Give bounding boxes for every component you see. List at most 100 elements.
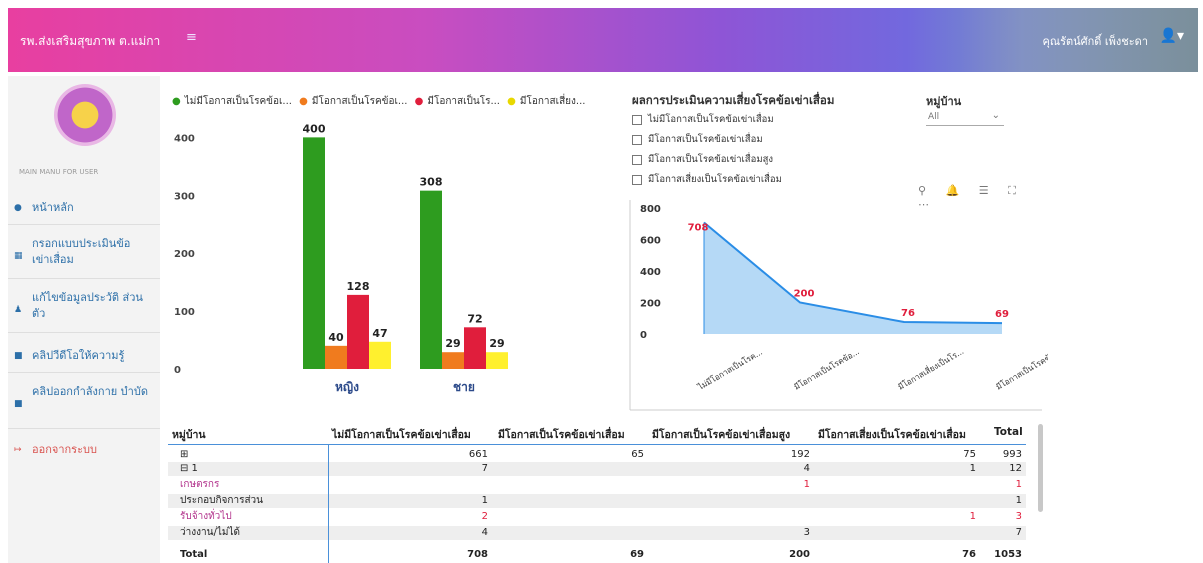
sidebar-item-exercise[interactable]: ■ คลิปออกกำลังกาย บำบัด bbox=[8, 384, 148, 409]
divider bbox=[8, 278, 160, 279]
sidebar-item-label: หน้าหลัก bbox=[32, 201, 74, 214]
table-cell: 76 bbox=[962, 549, 976, 560]
sidebar-item-videos[interactable]: ■ คลิปวีดีโอให้ความรู้ bbox=[8, 348, 160, 364]
column-header[interactable]: มีโอกาสเป็นโรคข้อเข่าเสื่อม bbox=[498, 426, 625, 443]
divider bbox=[8, 224, 160, 225]
table-cell: 4 bbox=[481, 527, 488, 538]
checkbox[interactable] bbox=[632, 154, 642, 165]
menu-caption: MAIN MANU FOR USER bbox=[19, 168, 99, 176]
table-cell: 1 bbox=[1015, 479, 1022, 490]
sidebar-item-label: คลิปออกกำลังกาย บำบัด bbox=[32, 385, 148, 398]
y-tick-label: 300 bbox=[174, 191, 195, 202]
user-icon: ♟ bbox=[14, 305, 23, 315]
sidebar-item-label: คลิปวีดีโอให้ความรู้ bbox=[32, 349, 125, 362]
data-label: 200 bbox=[794, 289, 815, 300]
logout-icon: ↦ bbox=[14, 445, 22, 455]
filter-option-none[interactable]: ไม่มีโอกาสเป็นโรคข้อเข่าเสื่อม bbox=[632, 112, 774, 127]
table-row[interactable]: ⊞ 661 65 192 75 993 bbox=[168, 448, 1026, 462]
user-name[interactable]: คุณรัตน์ศักดิ์ เพ็งชะดา bbox=[1043, 32, 1149, 50]
data-label: 128 bbox=[347, 280, 370, 293]
data-label: 47 bbox=[372, 327, 387, 340]
header-underline bbox=[168, 444, 1026, 445]
sidebar-item-label: แก้ไขข้อมูลประวัติ ส่วนตัว bbox=[32, 291, 143, 320]
x-tick-label: มีโอกาสเป็นโรคข้อ... bbox=[792, 346, 861, 392]
y-tick-label: 400 bbox=[640, 267, 661, 278]
sidebar-item-assessment[interactable]: ▦ กรอกแบบประเมินข้อ เข่าเสื่อม bbox=[8, 236, 148, 268]
table-cell: 1 bbox=[969, 463, 976, 474]
row-label: รับจ้างทั่วไป bbox=[180, 511, 232, 522]
row-label: ⊟ 1 bbox=[180, 463, 198, 474]
column-header[interactable]: ไม่มีโอกาสเป็นโรคข้อเข่าเสื่อม bbox=[332, 426, 471, 443]
row-header-divider bbox=[328, 444, 329, 563]
y-tick-label: 800 bbox=[640, 204, 661, 215]
table-cell: 1 bbox=[1015, 495, 1022, 506]
checkbox[interactable] bbox=[632, 114, 642, 125]
y-tick-label: 200 bbox=[174, 249, 195, 260]
table-row[interactable]: Total 708 69 200 76 1053 bbox=[168, 548, 1026, 562]
table-cell: 661 bbox=[468, 449, 488, 460]
data-label: 29 bbox=[445, 337, 460, 350]
checkbox[interactable] bbox=[632, 134, 642, 145]
data-label: 72 bbox=[467, 312, 482, 325]
app-title[interactable]: รพ.ส่งเสริมสุขภาพ ต.แม่กา bbox=[20, 32, 160, 51]
x-tick-label: มีโอกาสเป็นโรคข้อ... bbox=[994, 346, 1048, 392]
table-cell: 3 bbox=[1015, 511, 1022, 522]
form-icon: ▦ bbox=[14, 251, 23, 261]
table-cell: 3 bbox=[803, 527, 810, 538]
video-icon: ■ bbox=[14, 399, 23, 409]
y-tick-label: 0 bbox=[174, 365, 181, 376]
data-label: 69 bbox=[995, 309, 1009, 320]
row-label: ว่างงาน/ไม่ได้ bbox=[180, 527, 240, 538]
table-row[interactable]: รับจ้างทั่วไป 2 1 3 bbox=[168, 510, 1026, 524]
y-tick-label: 0 bbox=[640, 330, 647, 341]
user-icon[interactable]: 👤▾ bbox=[1160, 28, 1184, 44]
divider bbox=[8, 428, 160, 429]
data-label: 708 bbox=[688, 222, 709, 233]
bar bbox=[486, 352, 508, 369]
x-tick-label: มีโอกาสเสี่ยงเป็นโร... bbox=[896, 345, 966, 392]
table-cell: 1 bbox=[969, 511, 976, 522]
sidebar-item-label: ออกจากระบบ bbox=[32, 443, 97, 456]
row-label: ⊞ bbox=[180, 449, 189, 460]
top-bar: รพ.ส่งเสริมสุขภาพ ต.แม่กา ≡ คุณรัตน์ศักด… bbox=[8, 8, 1198, 72]
filter-option-risk[interactable]: มีโอกาสเสี่ยงเป็นโรคข้อเข่าเสื่อม bbox=[632, 172, 782, 187]
table-cell: 65 bbox=[631, 449, 644, 460]
filter-option-high[interactable]: มีโอกาสเป็นโรคข้อเข่าเสื่อมสูง bbox=[632, 152, 773, 167]
table-cell: 192 bbox=[790, 449, 810, 460]
table-cell: 1 bbox=[481, 495, 488, 506]
menu-icon[interactable]: ≡ bbox=[186, 30, 197, 45]
data-label: 40 bbox=[328, 331, 344, 344]
row-label: เกษตรกร bbox=[180, 479, 220, 490]
bar bbox=[347, 294, 369, 369]
table-cell: 12 bbox=[1009, 463, 1022, 474]
bar bbox=[303, 137, 325, 369]
column-header[interactable]: มีโอกาสเป็นโรคข้อเข่าเสื่อมสูง bbox=[652, 426, 790, 443]
table-cell: 69 bbox=[630, 549, 644, 560]
row-label: ประกอบกิจการส่วน bbox=[180, 495, 264, 506]
x-tick-label: ชาย bbox=[453, 380, 475, 394]
area-chart: 0 200 400 600 800 708 200 76 69 ไม่มีโอกาสเป็นโรค… bbox=[629, 200, 1048, 411]
table-row[interactable]: ว่างงาน/ไม่ได้ 4 3 7 bbox=[168, 526, 1026, 540]
bar bbox=[464, 327, 486, 369]
table-cell: 200 bbox=[789, 549, 810, 560]
video-icon: ■ bbox=[14, 351, 23, 361]
column-header[interactable]: หมู่บ้าน bbox=[172, 426, 206, 443]
column-header[interactable]: มีโอกาสเสี่ยงเป็นโรคข้อเข่าเสื่อม bbox=[818, 426, 966, 443]
sidebar-item-profile[interactable]: ♟ แก้ไขข้อมูลประวัติ ส่วนตัว bbox=[8, 290, 148, 322]
table-row[interactable]: ⊟ 1 7 4 1 12 bbox=[168, 462, 1026, 476]
data-label: 308 bbox=[420, 176, 443, 189]
village-select[interactable]: All ⌄ bbox=[926, 110, 1004, 126]
table-scrollbar[interactable] bbox=[1038, 424, 1043, 512]
table-row[interactable]: เกษตรกร 1 1 bbox=[168, 478, 1026, 492]
column-header[interactable]: Total bbox=[994, 426, 1023, 438]
table-row[interactable]: ประกอบกิจการส่วน 1 1 bbox=[168, 494, 1026, 508]
table-cell: 708 bbox=[467, 549, 488, 560]
row-label: Total bbox=[180, 549, 208, 560]
table-cell: 1 bbox=[803, 479, 810, 490]
data-label: 400 bbox=[303, 122, 326, 135]
x-tick-label: หญิง bbox=[335, 380, 359, 394]
sidebar-item-logout[interactable]: ↦ ออกจากระบบ bbox=[8, 442, 160, 458]
filter-option-possible[interactable]: มีโอกาสเป็นโรคข้อเข่าเสื่อม bbox=[632, 132, 763, 147]
sidebar-item-home[interactable]: ● หน้าหลัก bbox=[8, 200, 160, 216]
checkbox[interactable] bbox=[632, 174, 642, 185]
